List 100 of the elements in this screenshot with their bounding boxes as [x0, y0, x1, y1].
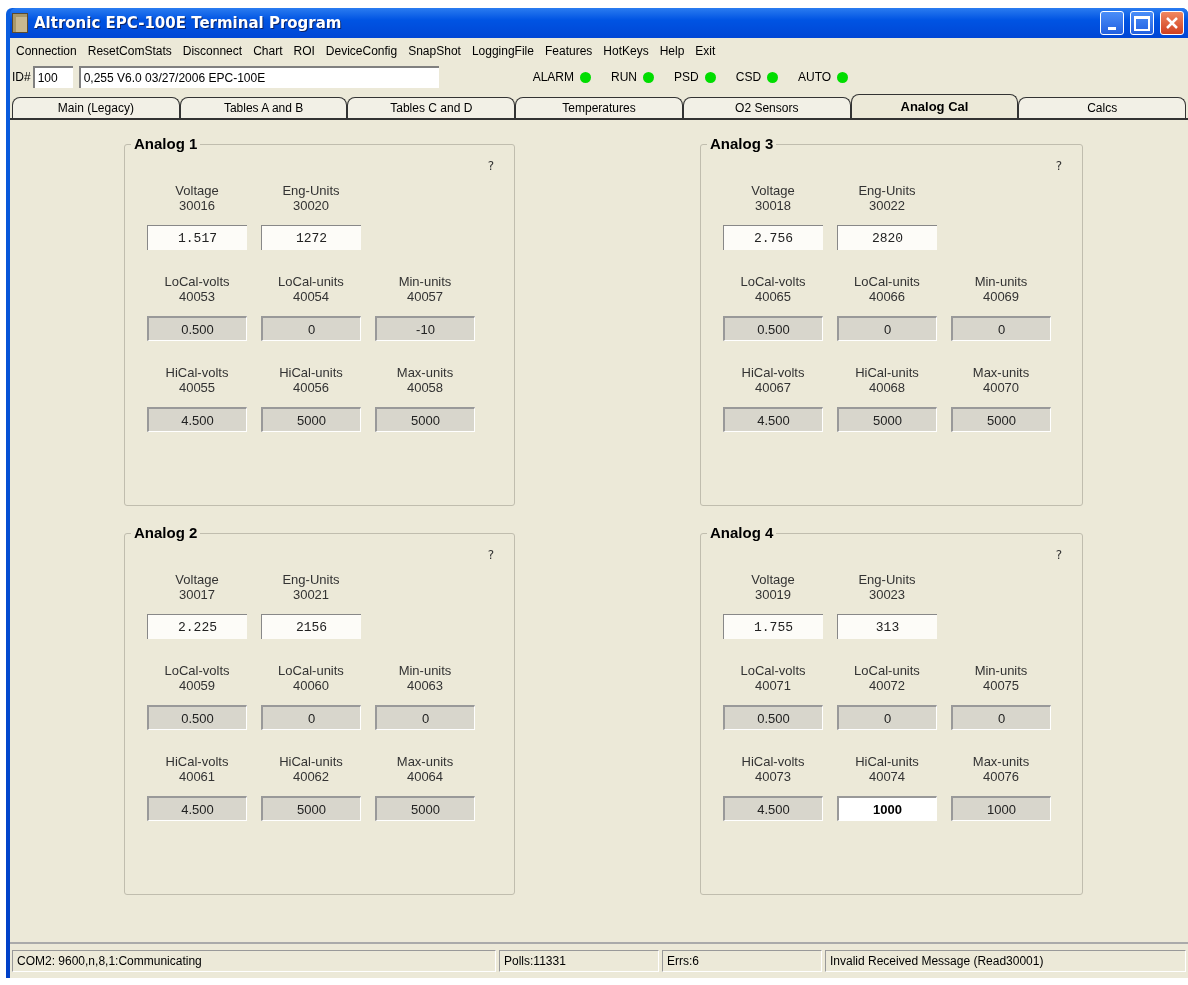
- register-number: 30018: [754, 198, 792, 213]
- group-title: Analog 3: [707, 135, 777, 152]
- field-label: HiCal-units: [855, 365, 919, 380]
- tab[interactable]: Tables A and B: [179, 97, 348, 118]
- menu-item[interactable]: Connection: [16, 44, 77, 58]
- register-number: 40067: [754, 380, 792, 395]
- setting-field[interactable]: 0: [261, 705, 361, 730]
- setting-field[interactable]: 5000: [951, 407, 1051, 432]
- close-button[interactable]: [1160, 11, 1184, 35]
- setting-field[interactable]: 4.500: [723, 796, 823, 821]
- status-message: Invalid Received Message (Read30001): [825, 950, 1186, 972]
- menu-item[interactable]: ROI: [293, 44, 315, 58]
- setting-field[interactable]: 5000: [261, 407, 361, 432]
- field-label: LoCal-units: [854, 274, 920, 289]
- setting-field[interactable]: 1000: [837, 796, 937, 821]
- setting-field[interactable]: 0: [837, 316, 937, 341]
- setting-field[interactable]: 4.500: [147, 796, 247, 821]
- readout-field[interactable]: 2.756: [723, 225, 823, 250]
- window-title: Altronic EPC-100E Terminal Program: [34, 14, 342, 32]
- indicator-label: PSD: [674, 70, 699, 84]
- indicator-label: CSD: [735, 70, 762, 84]
- field-label: Max-units: [396, 365, 454, 380]
- setting-field[interactable]: 4.500: [147, 407, 247, 432]
- setting-field[interactable]: 0: [375, 705, 475, 730]
- tab[interactable]: Calcs: [1018, 97, 1187, 118]
- device-info-field[interactable]: 0,255 V6.0 03/27/2006 EPC-100E: [78, 66, 439, 88]
- indicator-label: AUTO: [798, 70, 832, 84]
- tab[interactable]: Analog Cal: [850, 94, 1019, 118]
- register-number: 40074: [868, 769, 906, 784]
- setting-field[interactable]: 0.500: [723, 316, 823, 341]
- menu-item[interactable]: HotKeys: [603, 44, 649, 58]
- field-label: Min-units: [974, 274, 1028, 289]
- register-number: 40057: [406, 289, 444, 304]
- field-label: Min-units: [398, 274, 452, 289]
- id-field[interactable]: 100: [32, 66, 73, 88]
- close-icon: [1164, 15, 1180, 31]
- help-button[interactable]: ?: [1055, 548, 1062, 562]
- field-label: LoCal-units: [278, 274, 344, 289]
- menu-item[interactable]: Exit: [695, 44, 716, 58]
- indicator-label: RUN: [611, 70, 638, 84]
- group-title: Analog 4: [707, 524, 777, 541]
- field-label: Max-units: [972, 365, 1030, 380]
- setting-field[interactable]: 0: [837, 705, 937, 730]
- register-number: 30017: [178, 587, 216, 602]
- register-number: 40060: [292, 678, 330, 693]
- setting-field[interactable]: 5000: [375, 796, 475, 821]
- menu-item[interactable]: Help: [659, 44, 685, 58]
- setting-field[interactable]: 4.500: [723, 407, 823, 432]
- readout-field[interactable]: 2156: [261, 614, 361, 639]
- setting-field[interactable]: 1000: [951, 796, 1051, 821]
- menu-item[interactable]: LoggingFile: [471, 44, 534, 58]
- setting-field[interactable]: 0: [261, 316, 361, 341]
- field-label: Eng-Units: [858, 572, 916, 587]
- menu-item[interactable]: Features: [544, 44, 593, 58]
- group-title: Analog 2: [131, 524, 201, 541]
- tab[interactable]: Main (Legacy): [12, 97, 180, 118]
- minimize-button[interactable]: [1100, 11, 1124, 35]
- menu-item[interactable]: Disconnect: [182, 44, 243, 58]
- field-label: HiCal-volts: [165, 754, 229, 769]
- menu-item[interactable]: Chart: [253, 44, 283, 58]
- setting-field[interactable]: 0.500: [147, 316, 247, 341]
- tab[interactable]: Temperatures: [515, 97, 683, 118]
- register-number: 30022: [868, 198, 906, 213]
- readout-field[interactable]: 2820: [837, 225, 937, 250]
- tab[interactable]: O2 Sensors: [682, 97, 851, 118]
- field-label: Voltage: [751, 183, 795, 198]
- readout-field[interactable]: 2.225: [147, 614, 247, 639]
- setting-field[interactable]: 5000: [837, 407, 937, 432]
- help-button[interactable]: ?: [487, 159, 494, 173]
- readout-field[interactable]: 313: [837, 614, 937, 639]
- register-number: 40064: [406, 769, 444, 784]
- field-label: LoCal-units: [854, 663, 920, 678]
- maximize-button[interactable]: [1130, 11, 1154, 35]
- menu-item[interactable]: DeviceConfig: [325, 44, 398, 58]
- field-label: Min-units: [974, 663, 1028, 678]
- setting-field[interactable]: -10: [375, 316, 475, 341]
- readout-field[interactable]: 1.755: [723, 614, 823, 639]
- help-button[interactable]: ?: [487, 548, 494, 562]
- field-label: LoCal-volts: [164, 274, 230, 289]
- setting-field[interactable]: 5000: [261, 796, 361, 821]
- menu-item[interactable]: SnapShot: [408, 44, 461, 58]
- field-label: HiCal-units: [279, 754, 343, 769]
- readout-field[interactable]: 1272: [261, 225, 361, 250]
- help-button[interactable]: ?: [1055, 159, 1062, 173]
- register-number: 30016: [178, 198, 216, 213]
- register-number: 40061: [178, 769, 216, 784]
- tab[interactable]: Tables C and D: [347, 97, 516, 118]
- field-label: Eng-Units: [858, 183, 916, 198]
- setting-field[interactable]: 0.500: [723, 705, 823, 730]
- setting-field[interactable]: 0: [951, 705, 1051, 730]
- setting-field[interactable]: 5000: [375, 407, 475, 432]
- register-number: 30023: [868, 587, 906, 602]
- readout-field[interactable]: 1.517: [147, 225, 247, 250]
- register-number: 40070: [982, 380, 1020, 395]
- setting-field[interactable]: 0: [951, 316, 1051, 341]
- field-label: Max-units: [396, 754, 454, 769]
- setting-field[interactable]: 0.500: [147, 705, 247, 730]
- field-label: LoCal-volts: [740, 274, 806, 289]
- menu-item[interactable]: ResetComStats: [87, 44, 172, 58]
- register-number: 30021: [292, 587, 330, 602]
